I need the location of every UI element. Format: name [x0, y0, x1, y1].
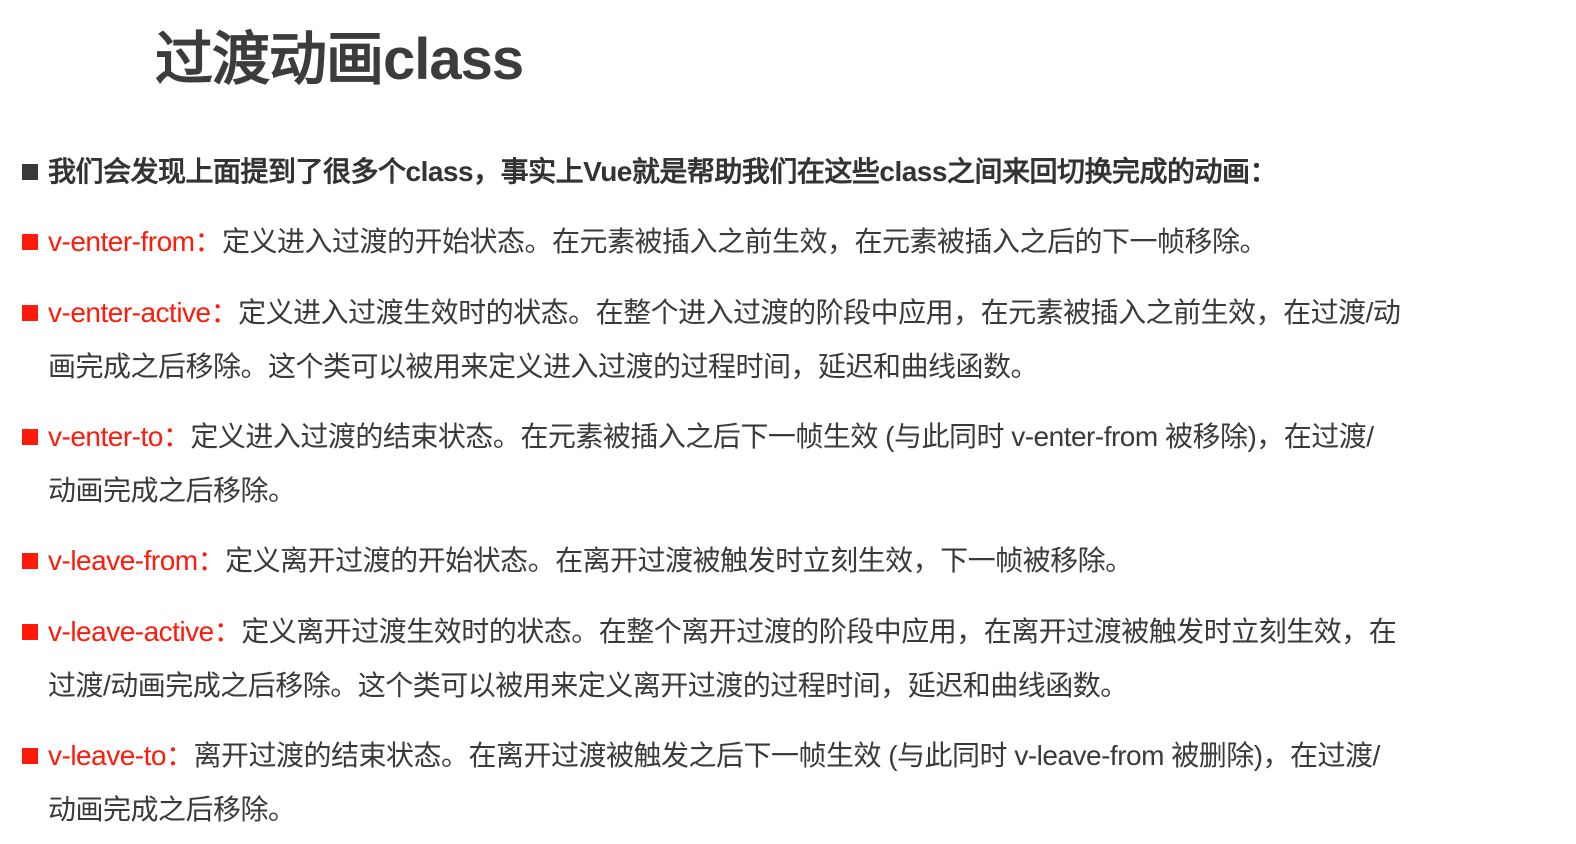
class-name: v-leave-from — [48, 545, 198, 576]
description: 离开过渡的结束状态。在离开过渡被触发之后下一帧生效 (与此同时 v-leave-… — [193, 740, 1380, 771]
square-bullet-icon — [22, 164, 38, 180]
list-item: v-leave-active：定义离开过渡生效时的状态。在整个离开过渡的阶段中应… — [48, 614, 1397, 650]
description-continued: 动画完成之后移除。 — [48, 475, 296, 506]
square-bullet-icon — [22, 748, 38, 764]
class-name: v-enter-active — [48, 297, 211, 328]
separator: ： — [210, 297, 239, 328]
separator: ： — [213, 616, 242, 647]
description: 定义离开过渡的开始状态。在离开过渡被触发时立刻生效，下一帧被移除。 — [225, 545, 1133, 576]
slide-title: 过渡动画class — [155, 27, 524, 92]
description-continued: 动画完成之后移除。 — [48, 794, 296, 825]
square-bullet-icon — [22, 553, 38, 569]
square-bullet-icon — [22, 429, 38, 445]
list-item: v-enter-active：定义进入过渡生效时的状态。在整个进入过渡的阶段中应… — [48, 295, 1401, 331]
square-bullet-icon — [22, 624, 38, 640]
list-item: v-leave-to：离开过渡的结束状态。在离开过渡被触发之后下一帧生效 (与此… — [48, 738, 1380, 774]
class-name: v-leave-to — [48, 740, 166, 771]
square-bullet-icon — [22, 234, 38, 250]
description-continued: 过渡/动画完成之后移除。这个类可以被用来定义离开过渡的过程时间，延迟和曲线函数。 — [48, 670, 1128, 701]
description: 定义离开过渡生效时的状态。在整个离开过渡的阶段中应用，在离开过渡被触发时立刻生效… — [241, 616, 1397, 647]
square-bullet-icon — [22, 305, 38, 321]
list-item: v-enter-to：定义进入过渡的结束状态。在元素被插入之后下一帧生效 (与此… — [48, 419, 1374, 455]
description: 定义进入过渡的开始状态。在元素被插入之前生效，在元素被插入之后的下一帧移除。 — [221, 226, 1268, 257]
intro-text: 我们会发现上面提到了很多个class，事实上Vue就是帮助我们在这些class之… — [48, 156, 1277, 187]
list-item: v-enter-from：定义进入过渡的开始状态。在元素被插入之前生效，在元素被… — [48, 224, 1268, 260]
separator: ： — [194, 226, 222, 257]
class-name: v-enter-from — [48, 226, 195, 257]
class-name: v-leave-active — [48, 616, 214, 647]
description: 定义进入过渡生效时的状态。在整个进入过渡的阶段中应用，在元素被插入之前生效，在过… — [238, 297, 1401, 328]
description: 定义进入过渡的结束状态。在元素被插入之后下一帧生效 (与此同时 v-enter-… — [190, 421, 1374, 452]
description-continued: 画完成之后移除。这个类可以被用来定义进入过渡的过程时间，延迟和曲线函数。 — [48, 351, 1039, 382]
separator: ： — [197, 545, 226, 576]
separator: ： — [165, 740, 194, 771]
list-item: v-leave-from：定义离开过渡的开始状态。在离开过渡被触发时立刻生效，下… — [48, 543, 1133, 579]
class-name: v-enter-to — [48, 421, 163, 452]
separator: ： — [162, 421, 191, 452]
